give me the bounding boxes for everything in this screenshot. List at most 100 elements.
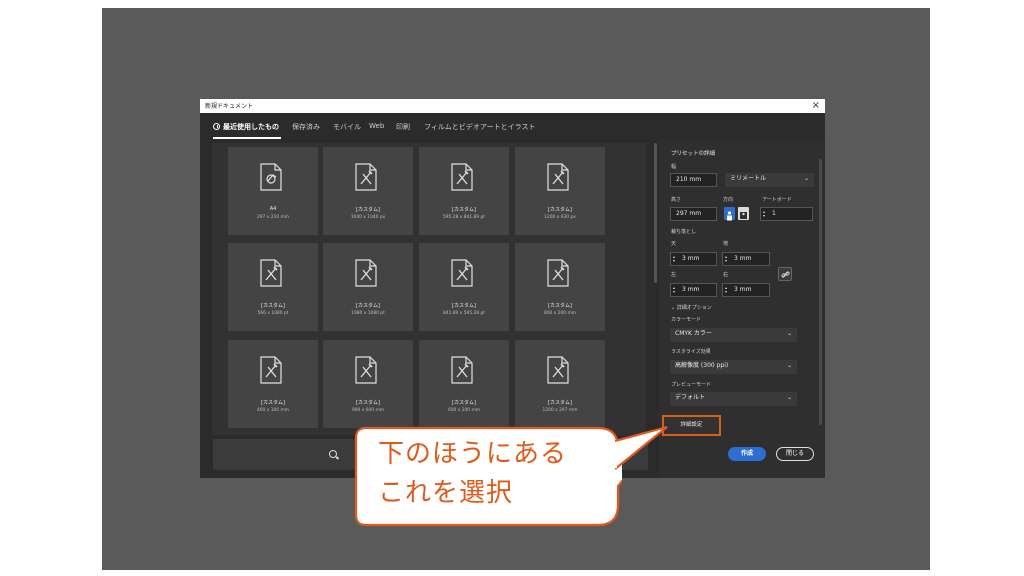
preset-name: [カスタム] [452, 303, 476, 309]
close-icon[interactable]: × [812, 99, 820, 113]
bleed-right-field[interactable]: ▴ ▾ 3 mm [722, 283, 770, 297]
preset-size: 1080 x 1080 pt [351, 311, 385, 316]
close-button[interactable]: 閉じる [776, 447, 814, 461]
chevron-down-icon: ⌄ [803, 175, 809, 182]
preset-size: 800 x 200 mm [543, 311, 577, 316]
panel-heading: プリセットの詳細 [671, 151, 716, 157]
bleed-left-field[interactable]: ▴ ▾ 3 mm [670, 283, 717, 297]
panel-scrollbar[interactable] [819, 159, 822, 425]
preset-size: 900 x 600 mm [351, 408, 385, 413]
height-label: 高さ [671, 197, 682, 203]
portrait-orientation-button[interactable] [724, 207, 735, 221]
preset-size: 1040 x 1040 px [350, 215, 386, 220]
stepper-icon[interactable]: ▴ ▾ [673, 255, 677, 263]
preset-name: [カスタム] [261, 400, 285, 406]
preview-mode-label: プレビューモード [671, 382, 712, 388]
preset-name: [カスタム] [548, 303, 572, 309]
preset-name: [カスタム] [548, 400, 572, 406]
stepper-icon[interactable]: ▴ ▾ [725, 286, 729, 294]
custom-document-icon [260, 259, 282, 287]
tab-mobile[interactable]: モバイル [333, 122, 361, 132]
preview-mode-select[interactable]: デフォルト ⌄ [670, 392, 797, 406]
link-bleed-button[interactable] [778, 267, 792, 281]
bleed-bottom-field[interactable]: ▴ ▾ 3 mm [722, 252, 770, 266]
preset-name: [カスタム] [452, 400, 476, 406]
width-label: 幅 [671, 164, 677, 170]
advanced-options-toggle[interactable]: ⌄ 詳細オプション [671, 304, 712, 311]
new-document-dialog: 新規ドキュメント × 最近使用したもの 保存済み モバイル Web 印刷 フィル… [200, 99, 825, 478]
preset-name: A4 [269, 206, 277, 212]
bleed-top-label: 天 [671, 241, 677, 247]
preset-size: 297 x 210 mm [256, 215, 290, 220]
artboard-count-value: 1 [772, 210, 776, 217]
preview-mode-value: デフォルト [675, 394, 706, 401]
color-mode-select[interactable]: CMYK カラー ⌄ [670, 328, 797, 342]
bleed-left-value: 3 mm [682, 286, 700, 293]
height-field[interactable]: 297 mm [670, 207, 717, 221]
tab-film-video[interactable]: フィルムとビデオ [424, 122, 480, 132]
unit-select[interactable]: ミリメートル ⌄ [725, 173, 814, 187]
color-mode-label: カラーモード [671, 317, 702, 323]
preset-card[interactable]: [カスタム] 1040 x 1040 px [323, 147, 413, 235]
preset-name: [カスタム] [261, 303, 285, 309]
clock-icon [213, 123, 220, 130]
unit-value: ミリメートル [730, 175, 767, 182]
raster-effects-label: ラスタライズ効果 [671, 349, 711, 355]
dialog-titlebar: 新規ドキュメント × [200, 99, 825, 113]
tab-recent[interactable]: 最近使用したもの [213, 122, 279, 132]
stepper-icon[interactable]: ▴ ▾ [763, 210, 767, 218]
preset-card[interactable]: [カスタム] 1200 x 297 mm [515, 340, 605, 428]
preset-gallery: A4 297 x 210 mm [カスタム] 1040 x 1040 px [カスタム]… [212, 143, 646, 435]
artboard-label: アートボード [762, 197, 792, 203]
preset-card[interactable]: [カスタム] 841.89 x 595.28 pt [419, 243, 509, 331]
custom-document-icon [451, 356, 473, 384]
preset-name: [カスタム] [452, 207, 476, 213]
orientation-label: 方向 [723, 197, 734, 203]
preset-card[interactable]: [カスタム] 595.28 x 841.89 pt [419, 147, 509, 235]
raster-effects-select[interactable]: 高解像度 (300 ppi) ⌄ [670, 360, 797, 374]
landscape-icon [740, 212, 747, 219]
landscape-orientation-button[interactable] [738, 207, 749, 220]
create-button[interactable]: 作成 [728, 447, 766, 461]
annotation-line-1: 下のほうにある [378, 439, 568, 469]
stepper-icon[interactable]: ▴ ▾ [725, 255, 729, 263]
stepper-icon[interactable]: ▴ ▾ [673, 286, 677, 294]
bleed-left-label: 左 [671, 272, 677, 278]
bleed-label: 裁ち落とし [671, 229, 697, 235]
tab-print[interactable]: 印刷 [396, 122, 410, 132]
bleed-bottom-label: 地 [723, 241, 729, 247]
preset-card[interactable]: [カスタム] 1080 x 1080 pt [323, 243, 413, 331]
artboard-count-field[interactable]: ▴ ▾ 1 [760, 207, 813, 221]
preset-card[interactable]: [カスタム] 566 x 1080 pt [228, 243, 318, 331]
bleed-right-value: 3 mm [734, 286, 752, 293]
category-tabs: 最近使用したもの 保存済み モバイル Web 印刷 フィルムとビデオ アートとイ… [200, 113, 825, 139]
preset-card[interactable]: [カスタム] 800 x 200 mm [515, 243, 605, 331]
tab-web[interactable]: Web [369, 122, 384, 130]
preset-card[interactable]: [カスタム] 400 x 100 mm [228, 340, 318, 428]
advanced-options-label: 詳細オプション [676, 305, 712, 311]
custom-document-icon [547, 163, 569, 191]
tab-art-illustration[interactable]: アートとイラスト [480, 122, 535, 132]
preset-size: 841.89 x 595.28 pt [442, 311, 486, 316]
preset-size: 1200 x 297 mm [542, 408, 578, 413]
bleed-right-label: 右 [723, 272, 729, 278]
preset-card[interactable]: [カスタム] 1200 x 630 px [515, 147, 605, 235]
preset-size: 400 x 100 mm [256, 408, 290, 413]
preset-name: [カスタム] [356, 303, 380, 309]
bleed-top-value: 3 mm [682, 255, 700, 262]
chevron-down-icon: ⌄ [786, 330, 792, 337]
custom-document-icon [260, 356, 282, 384]
portrait-icon [727, 211, 732, 221]
chevron-down-icon: ⌄ [786, 394, 792, 401]
chevron-down-icon: ⌄ [786, 362, 792, 369]
preset-card[interactable]: [カスタム] 600 x 200 mm [419, 340, 509, 428]
custom-document-icon [451, 259, 473, 287]
bleed-top-field[interactable]: ▴ ▾ 3 mm [670, 252, 717, 266]
tab-recent-label: 最近使用したもの [223, 123, 279, 131]
preset-card[interactable]: A4 297 x 210 mm [228, 147, 318, 235]
tab-saved[interactable]: 保存済み [292, 122, 320, 132]
gallery-scrollbar[interactable] [654, 143, 657, 283]
width-field[interactable]: 210 mm [670, 173, 717, 187]
chain-link-icon [781, 271, 790, 278]
preset-card[interactable]: [カスタム] 900 x 600 mm [323, 340, 413, 428]
